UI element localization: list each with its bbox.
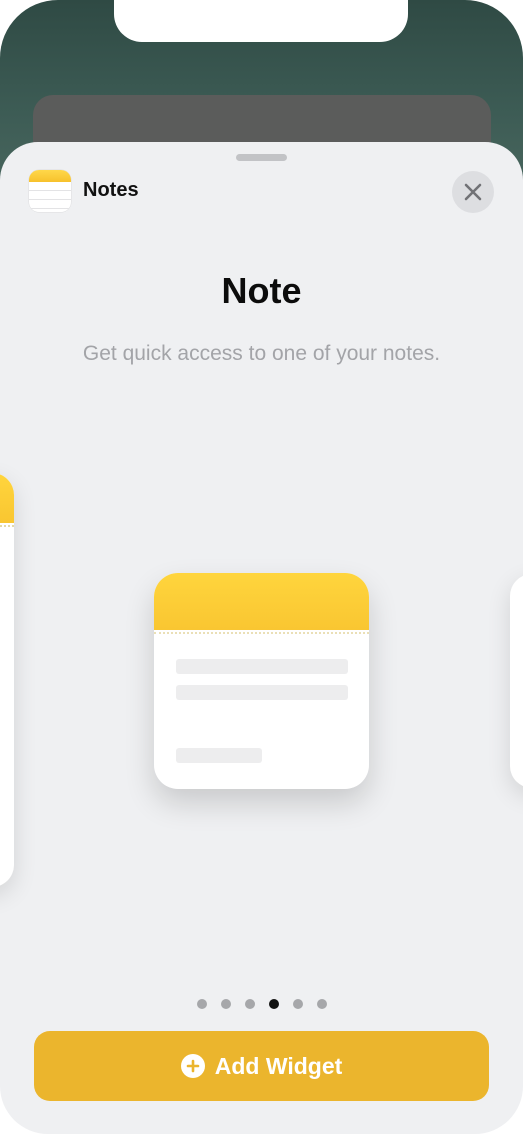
device-notch: [114, 0, 408, 42]
close-button[interactable]: [452, 171, 494, 213]
page-dot[interactable]: [244, 999, 255, 1009]
widget-gallery-sheet: Notes Note Get quick access to one of yo…: [0, 142, 523, 1134]
previous-widget-preview[interactable]: [0, 473, 14, 887]
note-widget-preview[interactable]: [154, 573, 369, 789]
page-dot[interactable]: [196, 999, 207, 1009]
page-dot[interactable]: [220, 999, 231, 1009]
notes-app-icon: [29, 170, 71, 212]
page-indicator[interactable]: [0, 999, 523, 1009]
next-widget-preview[interactable]: [510, 574, 523, 788]
page-dot[interactable]: [316, 999, 327, 1009]
placeholder-line: [176, 748, 262, 763]
close-icon: [464, 183, 482, 201]
placeholder-line: [176, 659, 348, 674]
app-name: Notes: [83, 179, 139, 201]
placeholder-line: [176, 685, 348, 700]
add-widget-button[interactable]: Add Widget: [34, 1031, 489, 1101]
add-widget-label: Add Widget: [214, 1052, 343, 1079]
sheet-grabber[interactable]: [236, 154, 287, 161]
widget-header-strip: [154, 573, 369, 630]
plus-circle-icon: [180, 1054, 205, 1078]
widget-dotted-divider: [154, 632, 369, 634]
widget-description: Get quick access to one of your notes.: [82, 342, 441, 365]
page-dot-active[interactable]: [268, 999, 279, 1009]
page-dot[interactable]: [292, 999, 303, 1009]
widget-title: Note: [221, 270, 302, 311]
